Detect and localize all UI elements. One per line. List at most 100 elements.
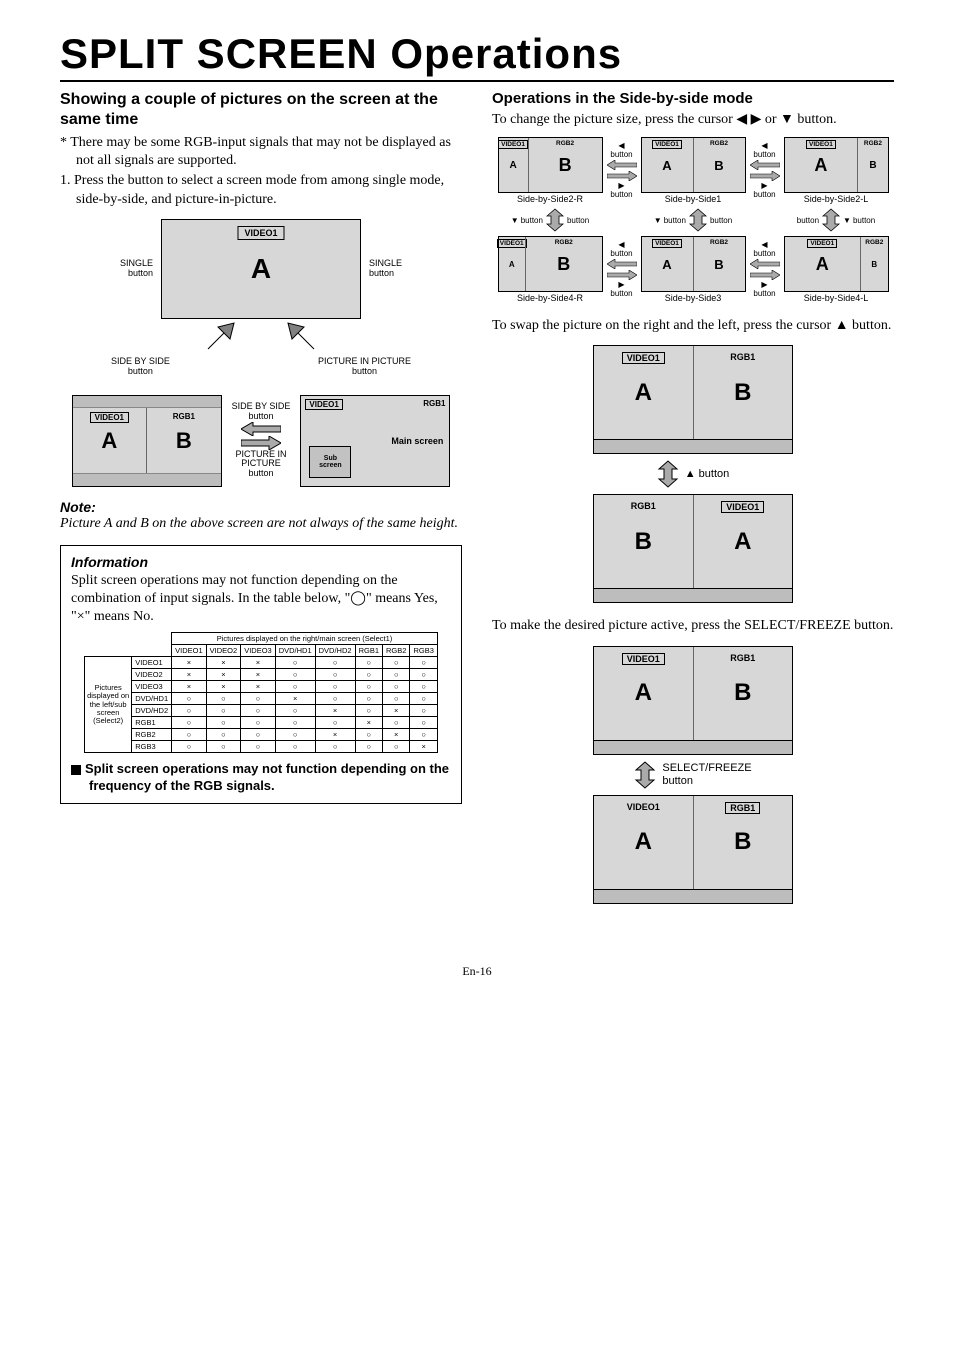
pip-button-label-2: PICTURE IN PICTURE button	[235, 450, 286, 480]
tag-v: VIDEO1	[497, 239, 527, 248]
right-heading: Operations in the Side-by-side mode	[492, 90, 894, 107]
arrow-right-icon	[241, 436, 281, 450]
signal-name: RGB3	[132, 741, 172, 753]
tri-down-icon: ▼	[511, 216, 519, 225]
right-p3: To make the desired picture active, pres…	[492, 617, 894, 635]
sbs4r-box: VIDEO1A RGB2B	[498, 236, 603, 292]
compat-cell: ×	[315, 705, 355, 717]
compat-cell: ○	[355, 705, 382, 717]
page-title: SPLIT SCREEN Operations	[60, 30, 894, 82]
compat-cell: ○	[383, 717, 410, 729]
tag-r: RGB2	[554, 140, 576, 147]
tag-r: RGB2	[862, 140, 884, 147]
info-bold-note: Split screen operations may not function…	[71, 761, 451, 795]
btn-text: button	[797, 216, 819, 225]
compat-cell: ○	[172, 741, 207, 753]
sbs2l-box: VIDEO1A RGB2B	[784, 137, 889, 193]
compat-cell: ○	[275, 705, 315, 717]
sub-screen-label: Sub screen	[319, 455, 342, 469]
note-heading: Note:	[60, 499, 462, 515]
compat-cell: ×	[410, 741, 437, 753]
tag-r: RGB2	[708, 239, 730, 246]
info-heading: Information	[71, 554, 451, 570]
col-h: VIDEO3	[241, 645, 276, 657]
compat-cell: ○	[172, 729, 207, 741]
sbs3-box: VIDEO1A RGB2B	[641, 236, 746, 292]
mode-cap: Side-by-Side2-L	[784, 194, 889, 204]
lr-arrow-col: ◀button▶button	[750, 142, 780, 199]
compat-cell: ○	[410, 669, 437, 681]
compat-cell: ○	[383, 693, 410, 705]
col-h: DVD/HD1	[275, 645, 315, 657]
sbs-box: VIDEO1A RGB1B	[72, 395, 222, 487]
sbs-button-label-2: SIDE BY SIDE button	[232, 402, 291, 422]
btn-text: button	[610, 191, 632, 199]
compat-cell: ×	[206, 669, 241, 681]
compat-cell: ○	[355, 741, 382, 753]
single-screen-box: VIDEO1 A	[161, 219, 361, 319]
tri-down-icon: ▼	[654, 216, 662, 225]
compat-cell: ○	[410, 681, 437, 693]
compat-cell: ○	[275, 669, 315, 681]
updown-arrow-icon	[821, 208, 841, 232]
right-p1: To change the picture size, press the cu…	[492, 111, 894, 129]
signal-name: VIDEO3	[132, 681, 172, 693]
mode-cap: Side-by-Side4-R	[498, 293, 603, 303]
left-heading: Showing a couple of pictures on the scre…	[60, 90, 462, 130]
sel-b1: B	[734, 679, 751, 707]
up-button-label: ▲ button	[685, 468, 730, 480]
compat-cell: ○	[315, 669, 355, 681]
select-freeze-button-label: SELECT/FREEZE button	[662, 762, 751, 786]
compat-cell: ○	[206, 705, 241, 717]
btn-text: button	[521, 216, 543, 225]
sbs-a: A	[101, 428, 117, 454]
single-button-left-label: SINGLE button	[120, 259, 153, 279]
step-1: 1. Press the button to select a screen m…	[60, 172, 462, 208]
compat-cell: ○	[241, 741, 276, 753]
table-row: DVD/HD1○○○×○○○○	[85, 693, 438, 705]
pip-tag-main: VIDEO1	[305, 399, 342, 410]
right-p2: To swap the picture on the right and the…	[492, 317, 894, 335]
updown-arrow-icon	[545, 208, 565, 232]
table-row: RGB3○○○○○○○×	[85, 741, 438, 753]
btn-text: button	[610, 151, 632, 159]
btn-text: button	[610, 250, 632, 258]
select-freeze-diagram: VIDEO1A RGB1B SELECT/FREEZE button VIDEO…	[492, 646, 894, 904]
compat-cell: ×	[383, 705, 410, 717]
btn-text: button	[664, 216, 686, 225]
tri-right-icon: ▶	[761, 281, 767, 289]
tri-left-icon: ◀	[618, 142, 624, 150]
btn-text: button	[610, 290, 632, 298]
table-row: DVD/HD2○○○○×○×○	[85, 705, 438, 717]
left-column: Showing a couple of pictures on the scre…	[60, 90, 462, 904]
note-body: Picture A and B on the above screen are …	[60, 515, 462, 533]
lr-arrow-col: ◀button▶button	[750, 241, 780, 298]
tri-right-icon: ▶	[761, 182, 767, 190]
sbs-button-label: SIDE BY SIDE button	[111, 357, 170, 377]
compat-cell: ○	[241, 729, 276, 741]
square-bullet-icon	[71, 765, 81, 775]
sel-tag2b: RGB1	[725, 802, 760, 814]
mode-switch-arrows: SIDE BY SIDE button PICTURE IN PICTURE b…	[232, 402, 291, 479]
tag-v: VIDEO1	[806, 140, 836, 149]
tag-r: RGB2	[708, 140, 730, 147]
compat-cell: ○	[315, 681, 355, 693]
btn-text: button	[753, 250, 775, 258]
swap-tag1: VIDEO1	[622, 352, 665, 364]
tri-left-icon: ◀	[618, 241, 624, 249]
tri-right-icon: ▶	[618, 281, 624, 289]
table-row: VIDEO2×××○○○○○	[85, 669, 438, 681]
lr-arrow-col: ◀button▶button	[607, 142, 637, 199]
mode-cap: Side-by-Side4-L	[784, 293, 889, 303]
row-group-header: Pictures displayed on the left/sub scree…	[85, 657, 132, 753]
col-h: RGB1	[355, 645, 382, 657]
compat-cell: ×	[172, 681, 207, 693]
btn-text: button	[753, 191, 775, 199]
mode-cap: Side-by-Side3	[641, 293, 746, 303]
arrow-left-icon	[241, 422, 281, 436]
swap-tag2b: VIDEO1	[721, 501, 764, 513]
tag-r: RGB2	[553, 239, 575, 246]
sbs4l-box: VIDEO1A RGB2B	[784, 236, 889, 292]
compat-cell: ○	[315, 693, 355, 705]
compat-cell: ×	[241, 669, 276, 681]
